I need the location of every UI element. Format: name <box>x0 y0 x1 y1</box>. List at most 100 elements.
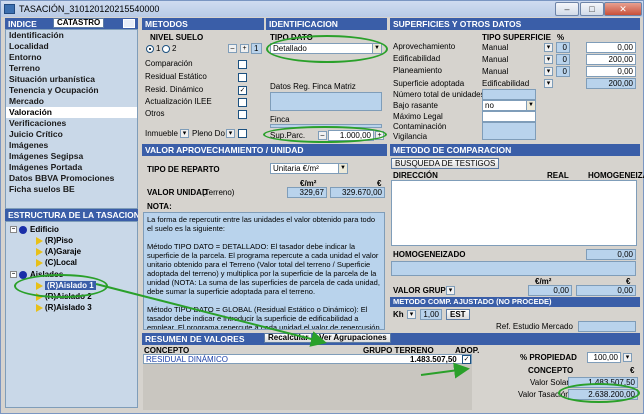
resumen-panel: CONCEPTO GRUPO TERRENO ADOP. RESIDUAL DI… <box>142 345 640 411</box>
sup-row-value[interactable]: 200,00 <box>586 54 636 65</box>
tree-node-aislado-3[interactable]: (R)Aislado 3 <box>36 303 92 312</box>
metodo-comparacion-checkbox[interactable] <box>238 60 247 69</box>
maximize-button[interactable]: □ <box>580 2 604 16</box>
terreno-label: (Terreno) <box>202 188 235 197</box>
collapse-icon[interactable]: – <box>10 271 17 279</box>
window-toggle-icon[interactable] <box>123 19 135 28</box>
valor-grupo-label: VALOR GRUPO <box>393 286 452 295</box>
ref-estudio-field[interactable] <box>578 321 636 332</box>
metodo-actualizacion-checkbox[interactable] <box>238 98 247 107</box>
estructura-tree: – Edificio (R)Piso (A)Garaje (C)Local – Ai… <box>5 221 138 408</box>
ver-agrupaciones-button[interactable]: Ver Agrupaciones <box>315 333 391 343</box>
dropdown-icon[interactable]: ▾ <box>544 67 553 76</box>
indice-title: INDICE <box>8 19 37 29</box>
estructura-title: ESTRUCTURA DE LA TASACION <box>8 210 138 220</box>
resumen-row-adop-checkbox[interactable]: ✓ <box>462 355 471 364</box>
nav-item[interactable]: Situación urbanística <box>6 74 137 85</box>
metodo-resid-dinamico-checkbox[interactable]: ✓ <box>238 86 247 95</box>
plus-button[interactable]: + <box>240 44 249 53</box>
dropdown-icon[interactable]: ▾ <box>544 55 553 64</box>
metodo-residual-estatico-checkbox[interactable] <box>238 73 247 82</box>
nivel-radio-2[interactable] <box>162 45 170 53</box>
nav-item[interactable]: Juicio Crítico <box>6 129 137 140</box>
unit-icon <box>36 303 43 312</box>
tree-node-edificio[interactable]: – Edificio <box>10 225 59 234</box>
metodo-ajustado-header: METODO COMP. AJUSTADO (NO PROCEDE) <box>390 297 640 307</box>
nav-item[interactable]: Imágenes Segipsa <box>6 151 137 162</box>
nav-item[interactable]: Verificaciones <box>6 118 137 129</box>
nav-item[interactable]: Ficha suelos BE <box>6 184 137 195</box>
nota-text[interactable]: La forma de repercutir entre las unidade… <box>143 212 385 330</box>
chevron-down-icon[interactable]: ▼ <box>526 101 535 110</box>
pleno-dominio-checkbox[interactable] <box>238 129 247 138</box>
nav-item[interactable]: Imágenes Portada <box>6 162 137 173</box>
bajo-rasante-select[interactable]: no ▼ <box>482 100 536 111</box>
tipo-superficie-label: TIPO SUPERFICIE <box>482 33 551 42</box>
homogeneizado-value: 0,00 <box>586 249 636 260</box>
nota-paragraph: Método TIPO DATO = DETALLADO: El tasador… <box>147 242 380 296</box>
inmueble-dropdown-icon[interactable]: ▾ <box>180 129 189 138</box>
homogeneizado-label: HOMOGENEIZADO <box>393 250 466 259</box>
nav-item[interactable]: Tenencia y Ocupación <box>6 85 137 96</box>
identificacion-panel: TIPO DATO Detallado ▼ Datos Reg. Finca M… <box>263 30 388 143</box>
nav-item[interactable]: Datos BBVA Promociones <box>6 173 137 184</box>
metodo-ajustado-panel: Kh ▾ 1,00 EST Ref. Estudio Mercado <box>390 307 640 333</box>
nav-item[interactable]: Identificación <box>6 30 137 41</box>
valor-grupo-m2: 0,00 <box>528 285 572 296</box>
close-button[interactable]: ✕ <box>604 2 642 16</box>
sup-row-pct[interactable]: 0 <box>556 66 570 77</box>
metodos-panel: NIVEL SUELO 1 2 – + 1 Comparación Residu… <box>142 30 264 143</box>
minus-button[interactable]: – <box>228 44 237 53</box>
dropdown-icon[interactable]: ▾ <box>623 353 632 362</box>
recalcular-button[interactable]: Recalcular <box>264 333 313 343</box>
sup-adoptada-value[interactable]: 200,00 <box>586 78 636 89</box>
sup-row-value[interactable]: 0,00 <box>586 42 636 53</box>
valor-aprov-panel: TIPO DE REPARTO Unitaria €/m² ▼ €/m² € V… <box>142 156 387 332</box>
dropdown-icon[interactable]: ▾ <box>544 43 553 52</box>
sup-row-pct[interactable]: 0 <box>556 54 570 65</box>
dropdown-icon[interactable]: ▾ <box>407 310 416 319</box>
sup-row-label: Edificabilidad <box>393 54 441 63</box>
est-button[interactable]: EST <box>446 309 470 320</box>
minimize-button[interactable]: – <box>555 2 579 16</box>
nav-item[interactable]: Mercado <box>6 96 137 107</box>
nivel-radio-1[interactable] <box>146 45 154 53</box>
bajo-rasante-label: Bajo rasante <box>393 101 438 110</box>
catastro-button[interactable]: CATASTRO <box>53 18 105 28</box>
nav-item[interactable]: Entorno <box>6 52 137 63</box>
testigos-table[interactable] <box>391 180 637 246</box>
propiedad-field[interactable]: 100,00 <box>587 352 621 363</box>
title-bar: TASACIÓN_310120120215540000 – □ ✕ <box>1 1 643 17</box>
busqueda-testigos-button[interactable]: BUSQUEDA DE TESTIGOS <box>391 158 500 169</box>
nav-item[interactable]: Localidad <box>6 41 137 52</box>
resumen-row[interactable]: RESIDUAL DINÁMICO 1.483.507,50 ✓ <box>143 354 472 364</box>
resumen-row-value: 1.483.507,50 <box>410 355 457 364</box>
tree-label: (A)Garaje <box>45 247 82 256</box>
maximo-legal-field[interactable] <box>482 111 536 122</box>
dropdown-icon[interactable]: ▾ <box>446 286 455 295</box>
sup-row-pct[interactable]: 0 <box>556 42 570 53</box>
pleno-dominio-dropdown-icon[interactable]: ▾ <box>226 129 235 138</box>
sup-row-value[interactable]: 0,00 <box>586 66 636 77</box>
identificacion-title: IDENTIFICACION <box>269 19 338 29</box>
nivel-value-field[interactable]: 1 <box>251 43 262 54</box>
tree-node-local[interactable]: (C)Local <box>36 258 77 267</box>
metodo-otros-checkbox[interactable] <box>238 110 247 119</box>
tipo-reparto-label: TIPO DE REPARTO <box>147 165 220 174</box>
datos-reg-field[interactable] <box>270 92 382 111</box>
kh-value[interactable]: 1,00 <box>420 309 442 320</box>
contaminacion-field[interactable] <box>482 122 536 140</box>
chevron-down-icon[interactable]: ▼ <box>338 164 347 173</box>
nav-item[interactable]: Terreno <box>6 63 137 74</box>
valor-unidad-total: 329.670,00 <box>330 187 385 198</box>
nav-item[interactable]: Valoración <box>6 107 137 118</box>
num-unidades-field[interactable] <box>482 89 536 100</box>
comparacion-blue-strip <box>391 261 636 276</box>
dropdown-icon[interactable]: ▾ <box>544 79 553 88</box>
nav-item[interactable]: Imágenes <box>6 140 137 151</box>
tree-node-garaje[interactable]: (A)Garaje <box>36 247 81 256</box>
tipo-reparto-select[interactable]: Unitaria €/m² ▼ <box>270 163 348 174</box>
collapse-icon[interactable]: – <box>10 226 17 234</box>
col-homogeneiza: HOMOGENEIZA <box>588 171 644 180</box>
tree-node-piso[interactable]: (R)Piso <box>36 236 73 245</box>
